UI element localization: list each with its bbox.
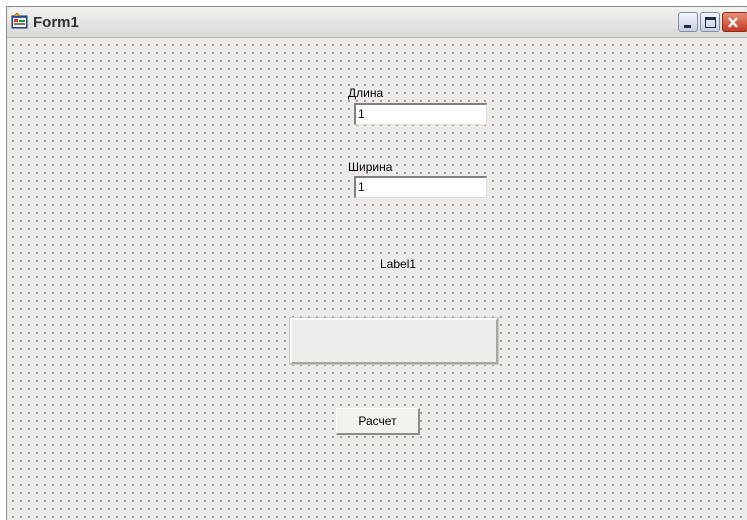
window-title: Form1 (33, 14, 79, 31)
maximize-icon (705, 17, 716, 28)
width-input[interactable]: 1 (354, 176, 487, 198)
form-window: Form1 Длина 1 Ширина 1 Label1 Расчет (6, 6, 747, 520)
length-input[interactable]: 1 (354, 103, 487, 125)
result-panel (290, 318, 498, 364)
calculate-button[interactable]: Расчет (336, 408, 420, 435)
close-button[interactable] (722, 12, 747, 32)
width-label: Ширина (347, 160, 394, 174)
result-label: Label1 (379, 257, 418, 271)
maximize-button[interactable] (700, 12, 720, 32)
length-label: Длина (347, 86, 385, 100)
minimize-icon (684, 25, 691, 28)
form-client-area: Длина 1 Ширина 1 Label1 Расчет (7, 38, 747, 520)
minimize-button[interactable] (678, 12, 698, 32)
title-bar[interactable]: Form1 (7, 7, 747, 38)
delphi-form-icon (11, 12, 28, 29)
close-icon (728, 17, 738, 28)
